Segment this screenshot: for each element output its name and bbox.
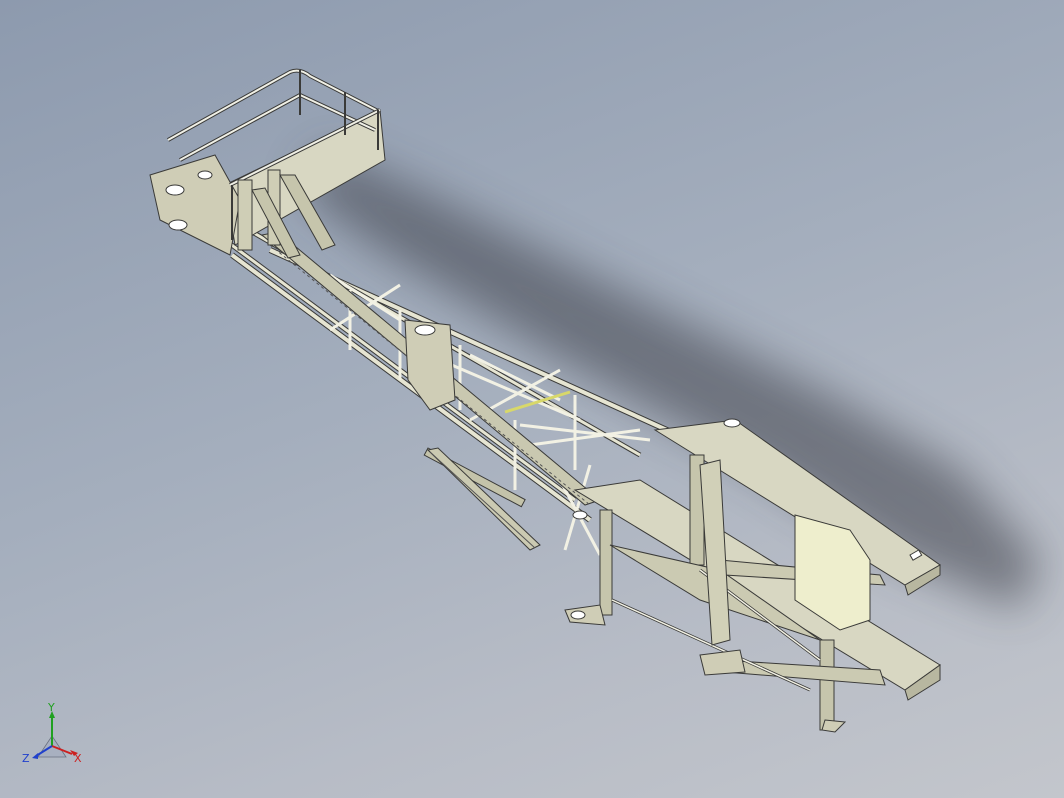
z-axis-label: Z xyxy=(22,752,30,765)
truss-boom-model[interactable] xyxy=(0,0,1064,798)
x-axis-label: X xyxy=(74,752,82,765)
orientation-triad[interactable]: Y X Z xyxy=(18,702,88,772)
graphics-viewport[interactable]: Y X Z xyxy=(0,0,1064,798)
y-axis-label: Y xyxy=(47,702,55,714)
z-axis-head xyxy=(32,753,38,759)
